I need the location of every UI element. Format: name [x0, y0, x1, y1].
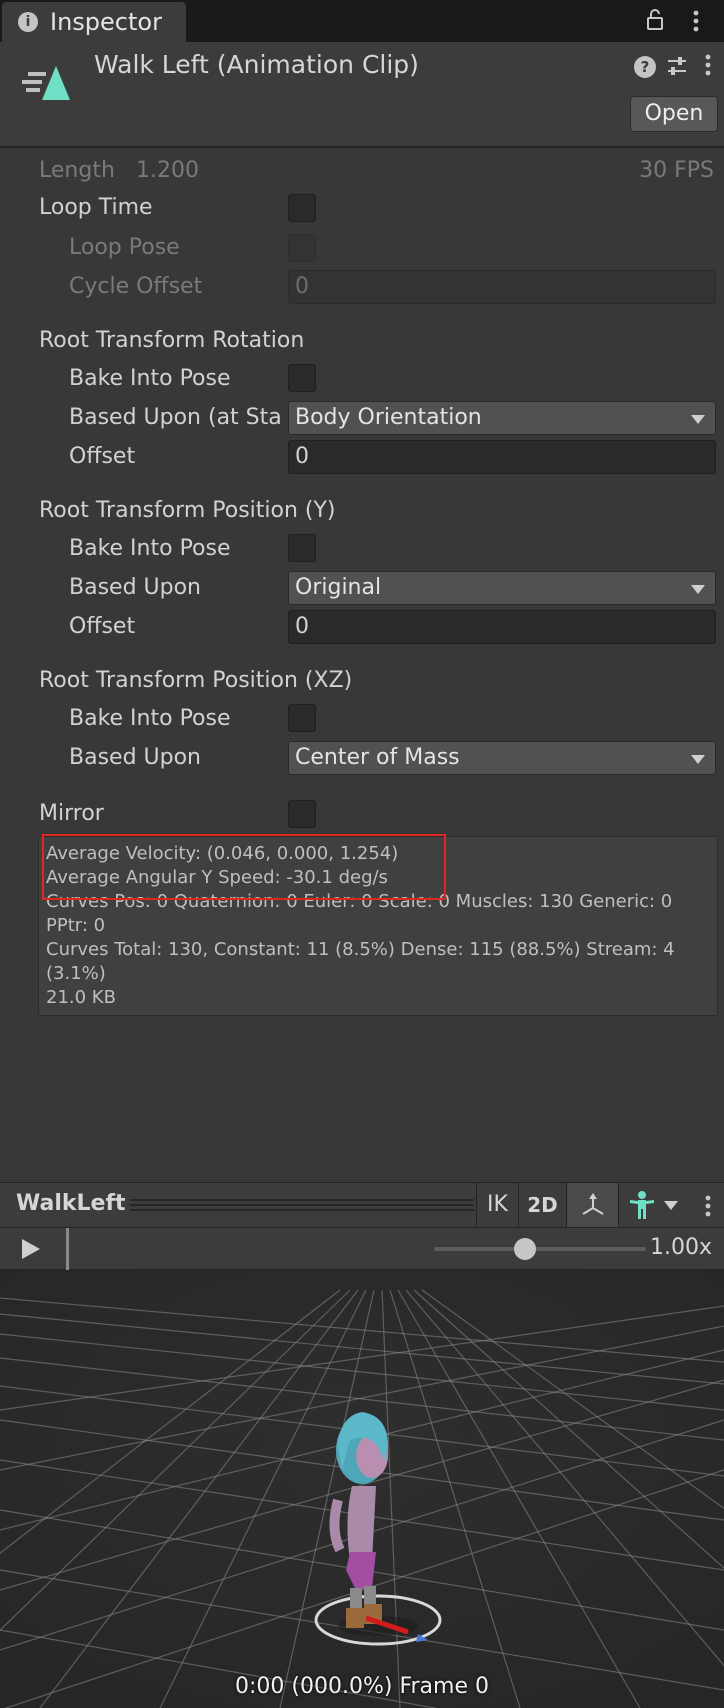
curves-pptr: PPtr: 0	[46, 915, 106, 936]
ik-toggle[interactable]: IK	[476, 1183, 518, 1227]
caret-down-icon	[664, 1201, 678, 1210]
caret-down-icon	[691, 755, 705, 764]
pivot-toggle[interactable]	[566, 1183, 618, 1227]
root-rotation-title: Root Transform Rotation	[39, 328, 305, 353]
cycle-offset-field: 0	[288, 270, 716, 304]
caret-down-icon	[691, 415, 705, 424]
root-rotation-bake-label: Bake Into Pose	[69, 366, 231, 391]
preview-viewport[interactable]: 0:00 (000.0%) Frame 0	[0, 1270, 724, 1708]
timeline-scrubber[interactable]	[66, 1228, 69, 1270]
clip-title: Walk Left (Animation Clip)	[94, 50, 419, 79]
caret-down-icon	[691, 585, 705, 594]
root-position-xz-bake-checkbox[interactable]	[288, 704, 316, 732]
preview-name: WalkLeft	[16, 1191, 126, 1216]
info-icon: i	[18, 12, 38, 32]
fps-value: 30 FPS	[639, 158, 714, 183]
root-position-y-bake-label: Bake Into Pose	[69, 536, 231, 561]
root-rotation-offset-field[interactable]: 0	[288, 440, 716, 474]
kebab-icon[interactable]	[693, 10, 699, 32]
cycle-offset-label: Cycle Offset	[69, 274, 203, 299]
lock-icon[interactable]	[646, 8, 664, 30]
length-value: 1.200	[136, 158, 199, 183]
tab-inspector[interactable]: i Inspector	[2, 2, 186, 42]
open-button[interactable]: Open	[630, 96, 718, 132]
loop-pose-label: Loop Pose	[69, 235, 180, 260]
root-rotation-based-upon-value: Body Orientation	[295, 405, 482, 430]
root-position-y-title: Root Transform Position (Y)	[39, 498, 336, 523]
help-icon[interactable]: ?	[634, 56, 656, 78]
length-label: Length	[39, 158, 115, 183]
root-position-y-offset-label: Offset	[69, 614, 136, 639]
clip-size: 21.0 KB	[46, 987, 116, 1008]
avatar-dropdown[interactable]	[618, 1183, 686, 1227]
root-position-y-bake-checkbox[interactable]	[288, 534, 316, 562]
root-position-xz-title: Root Transform Position (XZ)	[39, 668, 353, 693]
playback-bar: 1.00x	[0, 1228, 724, 1270]
speed-slider[interactable]	[434, 1247, 646, 1251]
header-kebab-icon[interactable]	[705, 54, 711, 76]
resize-grip[interactable]	[130, 1199, 474, 1211]
loop-pose-checkbox	[288, 234, 316, 262]
settings-icon[interactable]	[666, 55, 688, 77]
root-rotation-offset-label: Offset	[69, 444, 136, 469]
loop-time-checkbox[interactable]	[288, 194, 316, 222]
mirror-checkbox[interactable]	[288, 800, 316, 828]
pivot-icon	[581, 1193, 604, 1215]
inspector-header: Walk Left (Animation Clip) ? Open	[0, 42, 724, 148]
mirror-label: Mirror	[39, 801, 104, 826]
animation-clip-icon	[22, 66, 70, 100]
root-rotation-based-upon-label: Based Upon (at Sta	[69, 405, 282, 430]
root-position-xz-based-upon-dropdown[interactable]: Center of Mass	[288, 741, 716, 775]
root-position-xz-bake-label: Bake Into Pose	[69, 706, 231, 731]
avatar-icon	[629, 1191, 654, 1219]
speed-value: 1.00x	[650, 1235, 713, 1260]
root-rotation-based-upon-dropdown[interactable]: Body Orientation	[288, 401, 716, 435]
preview-kebab-icon[interactable]	[705, 1195, 711, 1217]
viewport-scene	[0, 1270, 724, 1708]
2d-toggle[interactable]: 2D	[518, 1183, 566, 1227]
tab-inspector-label: Inspector	[50, 8, 162, 36]
root-position-xz-based-upon-label: Based Upon	[69, 745, 201, 770]
frame-label: 0:00 (000.0%) Frame 0	[235, 1674, 489, 1699]
root-position-y-based-upon-value: Original	[295, 575, 382, 600]
play-icon[interactable]	[22, 1239, 40, 1259]
root-rotation-bake-checkbox[interactable]	[288, 364, 316, 392]
loop-time-label: Loop Time	[39, 195, 153, 220]
curves-stream-percent: (3.1%)	[46, 963, 106, 984]
highlight-box	[42, 834, 446, 900]
preview-toolbar: WalkLeft IK 2D	[0, 1182, 724, 1228]
speed-slider-knob[interactable]	[514, 1238, 537, 1260]
tab-bar: i Inspector	[0, 0, 724, 42]
root-position-xz-based-upon-value: Center of Mass	[295, 745, 460, 770]
root-position-y-offset-field[interactable]: 0	[288, 610, 716, 644]
root-position-y-based-upon-dropdown[interactable]: Original	[288, 571, 716, 605]
curves-total: Curves Total: 130, Constant: 11 (8.5%) D…	[46, 939, 675, 960]
root-position-y-based-upon-label: Based Upon	[69, 575, 201, 600]
